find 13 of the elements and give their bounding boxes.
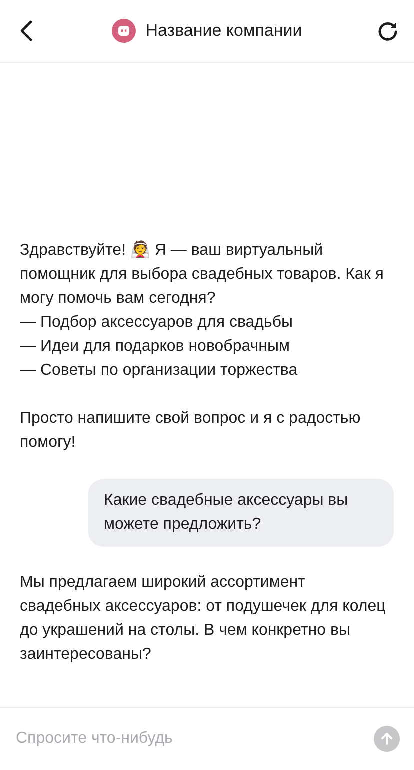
message-text: — Идеи для подарков новобрачным — [20, 337, 291, 357]
back-icon — [19, 20, 33, 42]
bot-avatar-icon — [112, 19, 136, 43]
message-text: — Подбор аксессуаров для свадьбы — [20, 313, 294, 333]
message-text: Здравствуйте! 👰 Я — ваш виртуальный помощник для выбора свадебных товаров. Как я могу помочь вам сегодня? — [20, 240, 385, 309]
message-text: Мы предлагаем широкий ассортимент свадебных аксессуаров: от подушечек для колец до украшений на столы. В чем конкретно вы заинтересованы? — [20, 573, 387, 665]
message-text: Какие свадебные аксессуары вы можете предложить? — [104, 491, 350, 535]
message-text: Просто напишите свой вопрос и я с радостью помогу! — [20, 409, 362, 453]
message-text: — Советы по организации торжества — [20, 361, 299, 381]
chat-title: Название компании — [146, 20, 302, 42]
message-input[interactable]: Спросите что-нибудь — [16, 727, 366, 751]
arrow-up-icon — [380, 732, 394, 746]
refresh-icon — [376, 20, 399, 42]
